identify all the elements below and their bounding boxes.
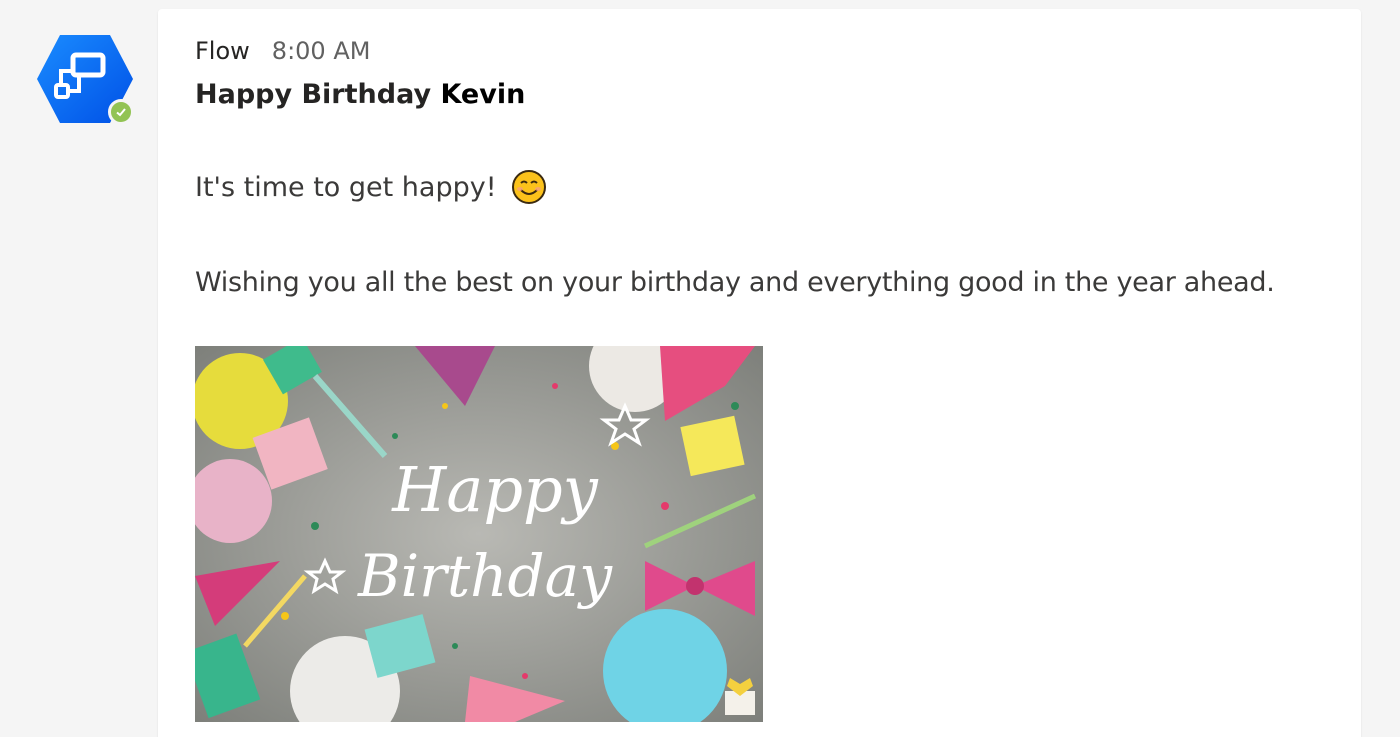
message-title: Happy Birthday Kevin <box>195 79 525 110</box>
card-text-birthday: Birthday <box>357 542 613 610</box>
card-text-happy: Happy <box>391 453 598 526</box>
message-timestamp: 8:00 AM <box>271 37 371 65</box>
message-card: Flow 8:00 AM Happy Birthday Kevin It's t… <box>158 9 1361 737</box>
birthday-card-image[interactable]: Happy Birthday <box>195 346 763 722</box>
title-name: Kevin <box>440 79 526 110</box>
smiling-face-emoji-icon <box>511 170 546 204</box>
available-check-icon <box>108 99 134 125</box>
teams-chat-view: Flow 8:00 AM Happy Birthday Kevin It's t… <box>0 0 1400 737</box>
message-header: Flow 8:00 AM <box>195 37 370 65</box>
title-prefix: Happy Birthday <box>195 79 432 110</box>
message-line-1: It's time to get happy! <box>195 169 547 205</box>
sender-name[interactable]: Flow <box>195 37 250 65</box>
message-line-2: Wishing you all the best on your birthda… <box>195 267 1275 298</box>
message-line-1-text: It's time to get happy! <box>195 171 497 203</box>
